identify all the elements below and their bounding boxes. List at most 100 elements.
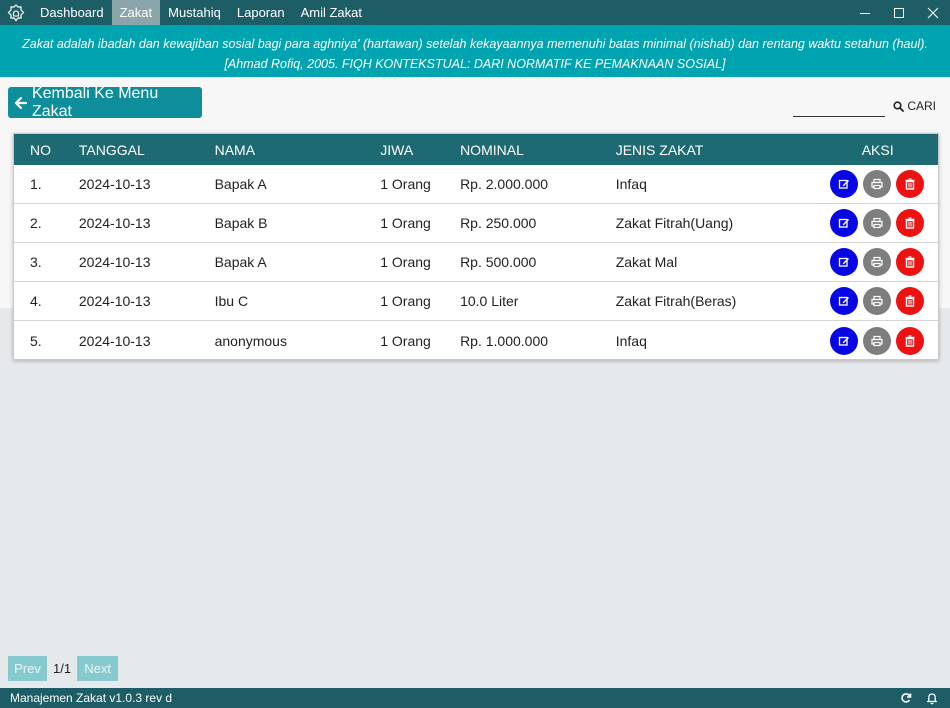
menu-item-amil-zakat[interactable]: Amil Zakat [293,0,370,25]
cell-nominal: Rp. 1.000.000 [460,332,549,349]
search-icon [893,100,905,112]
status-icons [900,692,950,705]
cell-nominal: 10.0 Liter [460,293,519,309]
search-bar: CARI [793,91,936,117]
menu-item-mustahiq[interactable]: Mustahiq [160,0,229,25]
edit-button[interactable] [829,209,858,237]
header-jiwa: JIWA [380,141,414,158]
zakat-table: NO TANGGAL NAMA JIWA NOMINAL JENIS ZAKAT… [13,133,939,360]
table-row: 2. 2024-10-13 Bapak B 1 Orang Rp. 250.000 Zak… [14,204,938,243]
print-button[interactable] [862,170,891,198]
delete-button[interactable] [895,170,924,198]
delete-icon [904,256,916,268]
arrow-left-icon [14,96,28,109]
cell-nama: Bapak B [214,215,268,231]
cell-jiwa: 1 Orang [380,215,431,231]
header-nominal: NOMINAL [460,141,524,158]
delete-button[interactable] [895,326,924,355]
table-row: 5. 2024-10-13 anonymous 1 Orang Rp. 1.000.00… [14,321,938,360]
cell-jiwa: 1 Orang [380,332,431,349]
table-body: 1. 2024-10-13 Bapak A 1 Orang Rp. 2.000.000 I… [14,165,938,360]
main-content: Kembali Ke Menu Zakat CARI NO TANGGAL NA… [0,77,950,688]
quote-banner: Zakat adalah ibadah dan kewajiban sosial… [0,25,950,77]
cell-nama: Ibu C [214,293,249,309]
maximize-icon [894,7,904,18]
cell-aksi [815,209,938,237]
prev-page-button[interactable]: Prev [8,656,47,681]
header-tanggal: TANGGAL [78,141,145,158]
header-aksi: AKSI [861,141,894,158]
delete-icon [904,178,916,190]
cell-nominal: Rp. 250.000 [460,215,537,231]
cell-aksi [815,248,938,276]
menu-item-zakat[interactable]: Zakat [111,0,161,25]
edit-button[interactable] [829,170,858,198]
table-row: 3. 2024-10-13 Bapak A 1 Orang Rp. 500.000 Zak… [14,243,938,282]
edit-icon [838,295,850,307]
back-button-label: Kembali Ke Menu Zakat [31,84,159,120]
cell-jenis-zakat: Zakat Fitrah(Uang) [615,215,734,231]
print-icon [871,295,883,307]
cell-no: 4. [30,293,42,309]
delete-button[interactable] [895,209,924,237]
cell-aksi [815,170,938,198]
print-button[interactable] [862,209,891,237]
edit-icon [838,217,850,229]
menu-item-laporan[interactable]: Laporan [229,0,293,25]
cell-jiwa: 1 Orang [380,293,431,309]
header-jenis-zakat: JENIS ZAKAT [615,141,704,158]
print-button[interactable] [862,287,891,315]
table-row: 4. 2024-10-13 Ibu C 1 Orang 10.0 Liter Zakat … [14,282,938,321]
back-to-zakat-menu-button[interactable]: Kembali Ke Menu Zakat [8,84,202,120]
edit-icon [838,335,850,347]
search-button-label: CARI [907,99,936,113]
cell-aksi [815,326,938,355]
close-button[interactable] [916,0,950,25]
cell-jiwa: 1 Orang [380,254,431,270]
menu-item-dashboard[interactable]: Dashboard [32,0,112,25]
minimize-icon [860,12,870,14]
title-bar: Dashboard Zakat Mustahiq Laporan Amil Za… [0,0,950,25]
edit-button[interactable] [829,248,858,276]
cell-no: 5. [30,332,42,349]
header-nama: NAMA [214,141,256,158]
cell-jenis-zakat: Zakat Mal [615,254,678,270]
app-logo-icon [0,0,32,25]
cell-jenis-zakat: Zakat Fitrah(Beras) [615,293,737,309]
delete-button[interactable] [895,248,924,276]
minimize-button[interactable] [848,0,882,25]
print-button[interactable] [862,326,891,355]
cell-nama: Bapak A [214,176,267,192]
cell-tanggal: 2024-10-13 [78,215,151,231]
cell-tanggal: 2024-10-13 [78,176,151,192]
cell-no: 3. [30,254,42,270]
pagination: Prev 1/1 Next [8,656,119,681]
edit-button[interactable] [829,326,858,355]
edit-button[interactable] [829,287,858,315]
search-button[interactable]: CARI [893,95,936,117]
cell-jenis-zakat: Infaq [615,176,647,192]
delete-button[interactable] [895,287,924,315]
cell-tanggal: 2024-10-13 [78,332,151,349]
edit-icon [838,178,850,190]
close-icon [927,7,939,18]
print-button[interactable] [862,248,891,276]
cell-no: 1. [30,176,42,192]
delete-icon [904,334,916,347]
cell-nama: Bapak A [214,254,267,270]
cell-no: 2. [30,215,42,231]
cell-nama: anonymous [214,332,287,349]
print-icon [871,256,883,268]
search-input[interactable] [793,91,886,117]
main-menu: Dashboard Zakat Mustahiq Laporan Amil Za… [32,0,370,25]
bell-icon[interactable] [926,692,938,705]
cell-tanggal: 2024-10-13 [78,254,151,270]
cell-tanggal: 2024-10-13 [78,293,151,309]
next-page-button[interactable]: Next [77,656,119,681]
maximize-button[interactable] [882,0,916,25]
refresh-icon[interactable] [900,692,912,704]
print-icon [871,335,883,347]
page-info: 1/1 [53,661,72,676]
version-label: Manajemen Zakat v1.0.3 rev d [10,691,173,705]
header-no: NO [30,141,51,158]
